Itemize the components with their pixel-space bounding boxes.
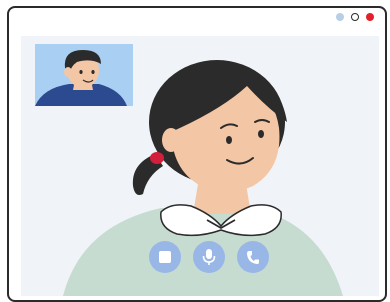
hang-up-button[interactable] (237, 241, 269, 273)
microphone-icon (202, 249, 216, 265)
mute-button[interactable] (193, 241, 225, 273)
call-controls (21, 241, 379, 281)
window-titlebar (9, 8, 385, 28)
video-call-window (7, 6, 387, 302)
maximize-button[interactable] (351, 13, 359, 21)
stop-icon (159, 251, 171, 263)
phone-icon (247, 251, 259, 264)
stop-button[interactable] (149, 241, 181, 273)
minimize-button[interactable] (336, 13, 344, 21)
self-view[interactable] (35, 44, 133, 106)
man-avatar (35, 50, 127, 106)
video-stage (21, 36, 379, 296)
close-button[interactable] (366, 13, 374, 21)
